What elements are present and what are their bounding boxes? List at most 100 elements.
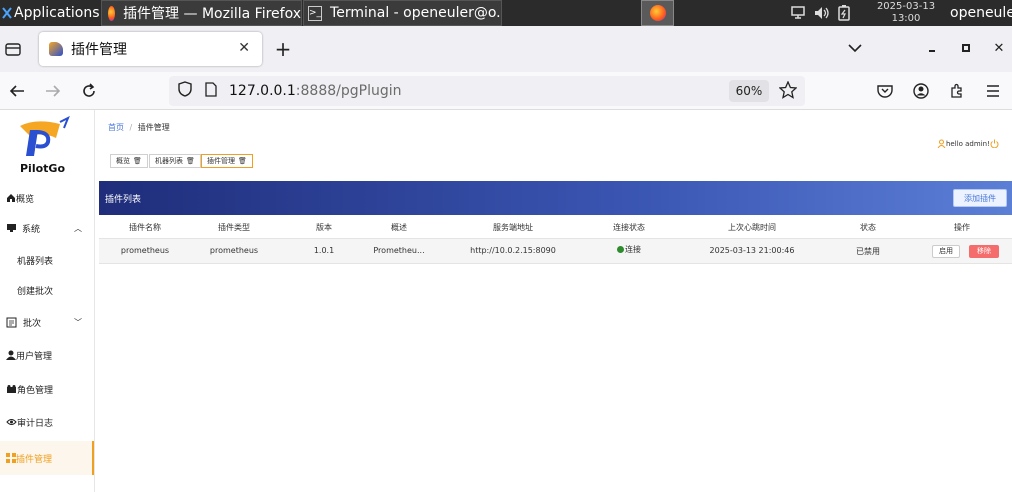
applications-label: Applications xyxy=(14,5,100,21)
sidebar-item-audit-log[interactable]: 审计日志 xyxy=(0,411,94,433)
taskbar-terminal-window[interactable]: >_ Terminal - openeuler@o... xyxy=(303,0,502,26)
version-cell: 1.0.1 xyxy=(313,246,335,255)
tag-close-icon[interactable]: 🗑 xyxy=(186,157,195,165)
maximize-window-icon[interactable] xyxy=(958,40,974,56)
taskbar-firefox-launcher[interactable] xyxy=(641,0,674,26)
back-icon[interactable] xyxy=(6,80,28,102)
greeting-text: hello admin! xyxy=(946,139,990,148)
connected-check-icon xyxy=(617,246,624,253)
logo[interactable]: PilotGo xyxy=(14,116,80,176)
system-tray xyxy=(778,0,868,26)
column-header: 状态 xyxy=(860,223,876,232)
sidebar-item-label: 机器列表 xyxy=(17,256,54,267)
plugin-type-cell: prometheus xyxy=(209,246,259,255)
column-header: 插件类型 xyxy=(218,223,250,232)
taskbar-firefox-window[interactable]: 插件管理 — Mozilla Firefox xyxy=(101,0,302,26)
column-header: 插件名称 xyxy=(129,223,161,232)
role-icon xyxy=(7,385,16,393)
sidebar-item-plugin-management[interactable]: 插件管理 xyxy=(0,441,94,475)
firefox-launcher-icon xyxy=(649,5,666,21)
sidebar-item-create-batch[interactable]: 创建批次 xyxy=(0,280,94,300)
tag-machine-list[interactable]: 机器列表 🗑 xyxy=(149,154,201,168)
sidebar-item-user-management[interactable]: 用户管理 xyxy=(0,344,94,366)
bookmark-star-icon[interactable] xyxy=(778,80,798,103)
browser-tab-bar: 插件管理 ✕ + ✕ xyxy=(0,26,1012,72)
app-sidebar: PilotGo 概览 系统 ︿ 机器列表 创建批次 批次 ﹀ 用户管理 角色管理… xyxy=(0,110,95,492)
tab-favicon-icon xyxy=(49,42,63,56)
close-window-icon[interactable]: ✕ xyxy=(991,40,1007,56)
browser-tab-active[interactable]: 插件管理 ✕ xyxy=(39,32,262,66)
sidebar-item-label: 批次 xyxy=(23,318,42,329)
hamburger-menu-icon[interactable] xyxy=(983,80,1003,102)
tag-overview[interactable]: 概览 🗑 xyxy=(110,154,148,168)
minimize-window-icon[interactable] xyxy=(924,40,940,56)
battery-icon[interactable] xyxy=(838,5,850,21)
tab-close-icon[interactable]: ✕ xyxy=(238,40,250,56)
logo-text: PilotGo xyxy=(20,162,66,175)
user-name: openeuler xyxy=(950,5,1012,21)
sidebar-item-label: 用户管理 xyxy=(16,351,53,362)
apps-icon xyxy=(2,7,12,19)
plugin-name-cell: prometheus xyxy=(120,246,170,255)
zoom-level-button[interactable]: 60% xyxy=(729,80,769,102)
url-host: 127.0.0.1 xyxy=(229,83,296,99)
chevron-up-icon: ︿ xyxy=(74,223,82,233)
url-bar[interactable]: 127.0.0.1:8888/pgPlugin 60% xyxy=(169,76,805,106)
sidebar-item-system[interactable]: 系统 ︿ xyxy=(0,217,94,239)
breadcrumb-home[interactable]: 首页 xyxy=(108,123,124,132)
summary-cell[interactable]: Prometheu... xyxy=(369,246,429,255)
os-taskbar: Applications 插件管理 — Mozilla Firefox >_ T… xyxy=(0,0,1012,26)
pocket-icon[interactable] xyxy=(875,80,895,102)
add-plugin-button[interactable]: 添加插件 xyxy=(953,189,1007,207)
new-tab-icon[interactable]: + xyxy=(272,37,294,61)
sidebar-item-label: 角色管理 xyxy=(17,385,54,396)
user-outline-icon xyxy=(937,139,946,148)
volume-icon[interactable] xyxy=(814,6,830,20)
user-icon xyxy=(6,350,16,360)
sidebar-item-label: 概览 xyxy=(16,194,35,205)
account-icon[interactable] xyxy=(911,80,931,102)
sidebar-item-label: 创建批次 xyxy=(17,286,54,297)
list-all-tabs-icon[interactable] xyxy=(845,38,865,58)
breadcrumb-separator: / xyxy=(129,123,133,132)
sidebar-item-machine-list[interactable]: 机器列表 xyxy=(0,250,94,270)
reload-icon[interactable] xyxy=(78,80,100,102)
sidebar-item-batch[interactable]: 批次 ﹀ xyxy=(0,311,94,333)
eye-icon xyxy=(6,419,17,425)
user-menu[interactable]: openeuler xyxy=(950,0,1012,26)
firefox-window-title: 插件管理 — Mozilla Firefox xyxy=(123,6,301,22)
clock[interactable]: 2025-03-13 13:00 xyxy=(868,0,944,26)
tag-plugin-management[interactable]: 插件管理 🗑 xyxy=(201,154,253,168)
user-greeting[interactable]: hello admin! xyxy=(937,139,999,148)
enable-button[interactable]: 启用 xyxy=(932,245,960,258)
tracking-protection-icon[interactable] xyxy=(177,81,193,101)
sidebar-item-role-management[interactable]: 角色管理 xyxy=(0,378,94,400)
sidebar-item-label: 审计日志 xyxy=(17,418,54,429)
chevron-down-icon: ﹀ xyxy=(74,317,82,327)
plugin-grid-icon xyxy=(6,453,16,463)
address-cell: http://10.0.2.15:8090 xyxy=(470,246,556,255)
tab-title: 插件管理 xyxy=(71,42,127,58)
power-icon[interactable] xyxy=(990,139,999,148)
applications-menu[interactable]: Applications xyxy=(0,0,100,26)
breadcrumb-current: 插件管理 xyxy=(137,123,170,132)
terminal-icon: >_ xyxy=(308,5,323,21)
clock-time: 13:00 xyxy=(891,13,921,24)
table-row[interactable]: prometheus prometheus 1.0.1 Prometheu...… xyxy=(99,239,1012,264)
panel-title: 插件列表 xyxy=(105,194,142,205)
firefox-view-icon[interactable] xyxy=(2,38,24,60)
network-icon[interactable] xyxy=(790,6,806,20)
tag-label: 机器列表 xyxy=(155,157,183,165)
tag-close-icon[interactable]: 🗑 xyxy=(238,157,247,165)
page-info-icon[interactable] xyxy=(205,81,217,101)
tag-label: 插件管理 xyxy=(207,157,235,165)
sidebar-item-overview[interactable]: 概览 xyxy=(0,187,94,209)
main-content: 首页 / 插件管理 概览 🗑 机器列表 🗑 插件管理 🗑 hello admin… xyxy=(95,110,1012,492)
tag-close-icon[interactable]: 🗑 xyxy=(133,157,142,165)
breadcrumb: 首页 / 插件管理 xyxy=(108,122,170,133)
extensions-icon[interactable] xyxy=(947,80,967,102)
forward-icon[interactable] xyxy=(42,80,64,102)
sidebar-item-label: 插件管理 xyxy=(16,454,53,465)
remove-button[interactable]: 移除 xyxy=(969,245,999,258)
tag-label: 概览 xyxy=(116,157,130,165)
